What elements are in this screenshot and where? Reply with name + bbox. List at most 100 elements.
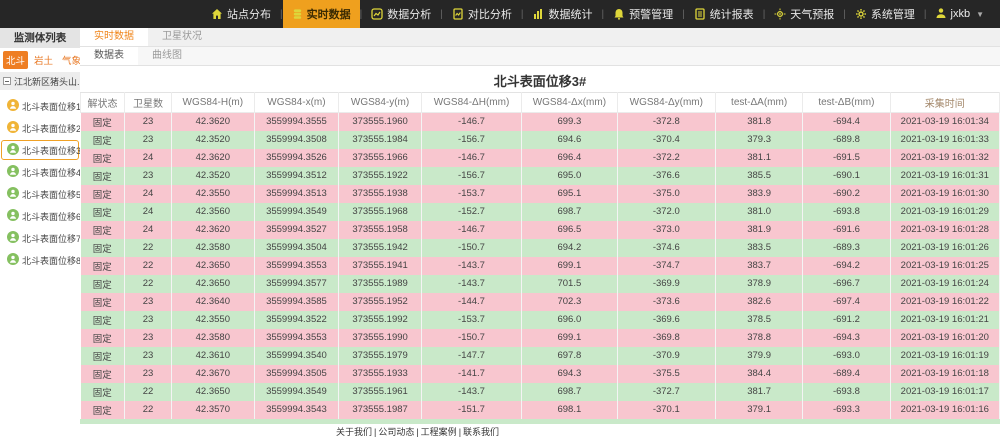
sidebar-item-北斗表面位移2#[interactable]: 北斗表面位移2# bbox=[1, 118, 79, 138]
sidebar-item-北斗表面位移8#[interactable]: 北斗表面位移8# bbox=[1, 250, 79, 270]
column-header-test-ΔA(mm): test-ΔA(mm) bbox=[715, 93, 802, 113]
table-row[interactable]: 固定2242.36503559994.3553373555.1941-143.7… bbox=[81, 257, 1000, 275]
table-cell: 23 bbox=[125, 131, 172, 149]
user-menu[interactable]: jxkb▼ bbox=[927, 0, 994, 28]
table-row[interactable]: 固定2242.36503559994.3577373555.1989-143.7… bbox=[81, 275, 1000, 293]
sidebar-item-北斗表面位移7#[interactable]: 北斗表面位移7# bbox=[1, 228, 79, 248]
nav-item-数据统计[interactable]: 数据统计 bbox=[523, 0, 601, 28]
sidebar-item-北斗表面位移1#[interactable]: 北斗表面位移1# bbox=[1, 96, 79, 116]
table-cell: 42.3640 bbox=[171, 293, 254, 311]
tab-卫星状况[interactable]: 卫星状况 bbox=[148, 28, 216, 46]
sidebar-item-label: 北斗表面位移2# bbox=[22, 122, 86, 135]
table-cell: -147.7 bbox=[421, 347, 521, 365]
table-cell: 2021-03-19 16:01:22 bbox=[890, 293, 999, 311]
nav-item-天气预报[interactable]: 天气预报 bbox=[765, 0, 843, 28]
nav-item-系统管理[interactable]: 系统管理 bbox=[846, 0, 924, 28]
user-icon bbox=[935, 7, 947, 22]
sidebar-item-北斗表面位移5#[interactable]: 北斗表面位移5# bbox=[1, 184, 79, 204]
nav-item-统计报表[interactable]: 统计报表 bbox=[685, 0, 763, 28]
table-row[interactable]: 固定2442.36203559994.3526373555.1966-146.7… bbox=[81, 149, 1000, 167]
collapse-icon[interactable] bbox=[3, 77, 11, 85]
table-cell: -146.7 bbox=[421, 113, 521, 131]
table-row[interactable]: 固定2342.35203559994.3508373555.1984-156.7… bbox=[81, 131, 1000, 149]
table-cell: 2021-03-19 16:01:21 bbox=[890, 311, 999, 329]
table-cell: 3559994.3543 bbox=[254, 401, 339, 419]
table-cell: 3559994.3526 bbox=[254, 149, 339, 167]
sidebar-item-北斗表面位移3#[interactable]: 北斗表面位移3# bbox=[1, 140, 79, 160]
column-header-WGS84-ΔH(mm): WGS84-ΔH(mm) bbox=[421, 93, 521, 113]
table-cell: -374.6 bbox=[617, 239, 715, 257]
monitor-point-icon bbox=[7, 99, 19, 113]
table-cell: 373555.1942 bbox=[339, 239, 422, 257]
nav-item-站点分布[interactable]: 站点分布 bbox=[202, 0, 280, 28]
table-cell: 固定 bbox=[81, 347, 125, 365]
nav-item-预警管理[interactable]: 预警管理 bbox=[604, 0, 682, 28]
column-header-WGS84-y(m): WGS84-y(m) bbox=[339, 93, 422, 113]
table-cell: 699.3 bbox=[522, 113, 618, 131]
sidebar-item-北斗表面位移4#[interactable]: 北斗表面位移4# bbox=[1, 162, 79, 182]
table-cell: 固定 bbox=[81, 149, 125, 167]
sidebar-tabs: 北斗岩土气象 bbox=[0, 48, 80, 72]
table-cell: -689.8 bbox=[803, 131, 890, 149]
sidebar-item-北斗表面位移6#[interactable]: 北斗表面位移6# bbox=[1, 206, 79, 226]
table-cell: -694.3 bbox=[803, 329, 890, 347]
table-cell: -153.7 bbox=[421, 311, 521, 329]
table-cell: 23 bbox=[125, 113, 172, 131]
tree-root-label: 江北新区猪头山... bbox=[14, 75, 80, 88]
table-cell: 699.1 bbox=[522, 329, 618, 347]
table-row[interactable]: 固定2242.36503559994.3549373555.1961-143.7… bbox=[81, 383, 1000, 401]
table-row[interactable]: 固定2342.36103559994.3540373555.1979-147.7… bbox=[81, 347, 1000, 365]
table-row[interactable]: 固定2442.35603559994.3549373555.1968-152.7… bbox=[81, 203, 1000, 221]
table-cell: -697.4 bbox=[803, 293, 890, 311]
table-cell: 373555.1933 bbox=[339, 365, 422, 383]
sidebar-tab-岩土[interactable]: 岩土 bbox=[31, 51, 56, 69]
sidebar-tab-北斗[interactable]: 北斗 bbox=[3, 51, 28, 69]
table-cell: 固定 bbox=[81, 311, 125, 329]
table-cell: 694.2 bbox=[522, 239, 618, 257]
table-cell: 24 bbox=[125, 185, 172, 203]
table-cell: -693.0 bbox=[803, 347, 890, 365]
table-cell: 373555.1968 bbox=[339, 203, 422, 221]
table-row[interactable]: 固定2242.35703559994.3543373555.1987-151.7… bbox=[81, 401, 1000, 419]
table-row[interactable]: 固定2342.35503559994.3522373555.1992-153.7… bbox=[81, 311, 1000, 329]
table-row[interactable]: 固定2342.36203559994.3555373555.1960-146.7… bbox=[81, 113, 1000, 131]
table-cell: -373.0 bbox=[617, 221, 715, 239]
table-cell: -693.8 bbox=[803, 383, 890, 401]
table-cell: 2021-03-19 16:01:26 bbox=[890, 239, 999, 257]
table-row[interactable]: 固定2342.36403559994.3585373555.1952-144.7… bbox=[81, 293, 1000, 311]
footer-link-关于我们[interactable]: 关于我们 bbox=[336, 427, 372, 437]
table-cell: -146.7 bbox=[421, 221, 521, 239]
table-cell: 42.3560 bbox=[171, 203, 254, 221]
sidebar-item-label: 北斗表面位移7# bbox=[22, 232, 86, 245]
nav-item-对比分析[interactable]: 对比分析 bbox=[443, 0, 521, 28]
table-cell: 42.3650 bbox=[171, 257, 254, 275]
table-cell: 373555.1941 bbox=[339, 257, 422, 275]
realtime-data-table: 解状态卫星数WGS84-H(m)WGS84-x(m)WGS84-y(m)WGS8… bbox=[80, 92, 1000, 419]
table-row[interactable]: 固定2342.35203559994.3512373555.1922-156.7… bbox=[81, 167, 1000, 185]
tree-root-node[interactable]: 江北新区猪头山... bbox=[0, 72, 80, 90]
footer-link-公司动态[interactable]: 公司动态 bbox=[378, 427, 414, 437]
table-row[interactable]: 固定2442.35503559994.3513373555.1938-153.7… bbox=[81, 185, 1000, 203]
table-cell: 3559994.3553 bbox=[254, 257, 339, 275]
table-row[interactable]: 固定2442.36203559994.3527373555.1958-146.7… bbox=[81, 221, 1000, 239]
nav-item-数据分析[interactable]: 数据分析 bbox=[362, 0, 440, 28]
table-cell: 42.3650 bbox=[171, 383, 254, 401]
subtab-曲线图[interactable]: 曲线图 bbox=[138, 47, 196, 65]
subtab-数据表[interactable]: 数据表 bbox=[80, 47, 138, 65]
table-row[interactable]: 固定2342.35803559994.3553373555.1990-150.7… bbox=[81, 329, 1000, 347]
table-row[interactable]: 固定2242.35803559994.3504373555.1942-150.7… bbox=[81, 239, 1000, 257]
table-cell: 373555.1952 bbox=[339, 293, 422, 311]
sidebar-item-label: 北斗表面位移4# bbox=[22, 166, 86, 179]
nav-item-实时数据[interactable]: 实时数据 bbox=[283, 0, 360, 28]
table-cell: 698.1 bbox=[522, 401, 618, 419]
tab-实时数据[interactable]: 实时数据 bbox=[80, 28, 148, 46]
table-cell: -693.3 bbox=[803, 401, 890, 419]
table-cell: 固定 bbox=[81, 239, 125, 257]
table-cell: 固定 bbox=[81, 203, 125, 221]
sidebar-title: 监测体列表 bbox=[0, 28, 80, 48]
table-cell: -376.6 bbox=[617, 167, 715, 185]
monitor-point-list: 北斗表面位移1#北斗表面位移2#北斗表面位移3#北斗表面位移4#北斗表面位移5#… bbox=[0, 90, 80, 272]
table-row[interactable]: 固定2342.36703559994.3505373555.1933-141.7… bbox=[81, 365, 1000, 383]
footer-link-联系我们[interactable]: 联系我们 bbox=[463, 427, 499, 437]
footer-link-工程案例[interactable]: 工程案例 bbox=[421, 427, 457, 437]
